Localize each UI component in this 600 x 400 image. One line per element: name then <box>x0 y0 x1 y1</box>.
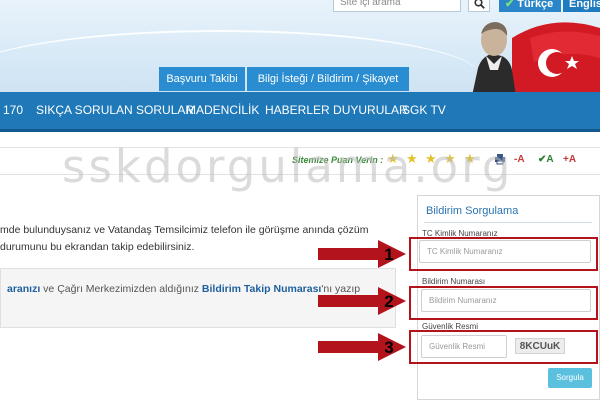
nav-item-170[interactable]: 170 <box>3 92 23 129</box>
arrow-1: 1 <box>318 240 406 268</box>
info-span-2: ve Çağrı Merkezimizden aldığınız <box>40 283 202 295</box>
tab-bilgi-istegi[interactable]: Bilgi İsteği / Bildirim / Şikayet <box>247 67 409 91</box>
info-bold-1: aranızı <box>7 283 41 295</box>
content-line-1: mde bulunduysanız ve Vatandaş Temsilcimi… <box>0 224 369 236</box>
font-normal-button[interactable]: ✔A <box>538 154 554 165</box>
highlight-box-2 <box>409 286 598 320</box>
font-increase-button[interactable]: +A <box>563 154 576 165</box>
bildirim-label: Bildirim Numarası <box>422 277 486 286</box>
main-nav: 170 SIKÇA SORULAN SORULAR MADENCİLİK HAB… <box>0 92 600 132</box>
annotation-number-3: 3 <box>384 338 393 357</box>
site-header: Site içi arama ✔Türkçe English Başvuru T… <box>0 0 600 92</box>
nav-item-haberler[interactable]: HABERLER DUYURULAR <box>265 92 408 129</box>
search-input[interactable]: Site içi arama <box>333 0 461 12</box>
tab-basvuru-takibi[interactable]: Başvuru Takibi <box>159 67 245 91</box>
annotation-number-1: 1 <box>384 245 393 264</box>
font-decrease-button[interactable]: -A <box>514 154 525 165</box>
font-normal-label: A <box>546 154 554 165</box>
watermark-text: sskdorgulama.org <box>62 140 514 193</box>
lang-turkish-button[interactable]: ✔ Türkçe <box>499 0 561 12</box>
lang-english-button[interactable]: English <box>563 0 600 12</box>
info-bold-3: Bildirim Takip Numarası <box>201 283 322 295</box>
panel-title: Bildirim Sorgulama <box>426 205 519 217</box>
nav-item-sss[interactable]: SIKÇA SORULAN SORULAR <box>36 92 194 129</box>
highlight-box-1 <box>409 237 598 271</box>
sorgula-button[interactable]: Sorgula <box>548 368 592 388</box>
arrow-2: 2 <box>318 287 406 315</box>
info-text: aranızı ve Çağrı Merkezimizden aldığınız… <box>7 283 360 295</box>
highlight-box-3 <box>409 330 598 364</box>
checkmark-icon: ✔ <box>505 0 515 10</box>
nav-item-madencilik[interactable]: MADENCİLİK <box>186 92 259 129</box>
annotation-number-2: 2 <box>384 292 393 311</box>
search-icon <box>474 0 485 9</box>
search-button[interactable] <box>468 0 490 12</box>
ataturk-flag-image <box>472 22 600 92</box>
nav-item-sgk-tv[interactable]: SGK TV <box>402 92 446 129</box>
panel-divider <box>424 222 592 223</box>
lang-turkish-label: Türkçe <box>517 0 554 10</box>
arrow-3: 3 <box>318 333 406 361</box>
